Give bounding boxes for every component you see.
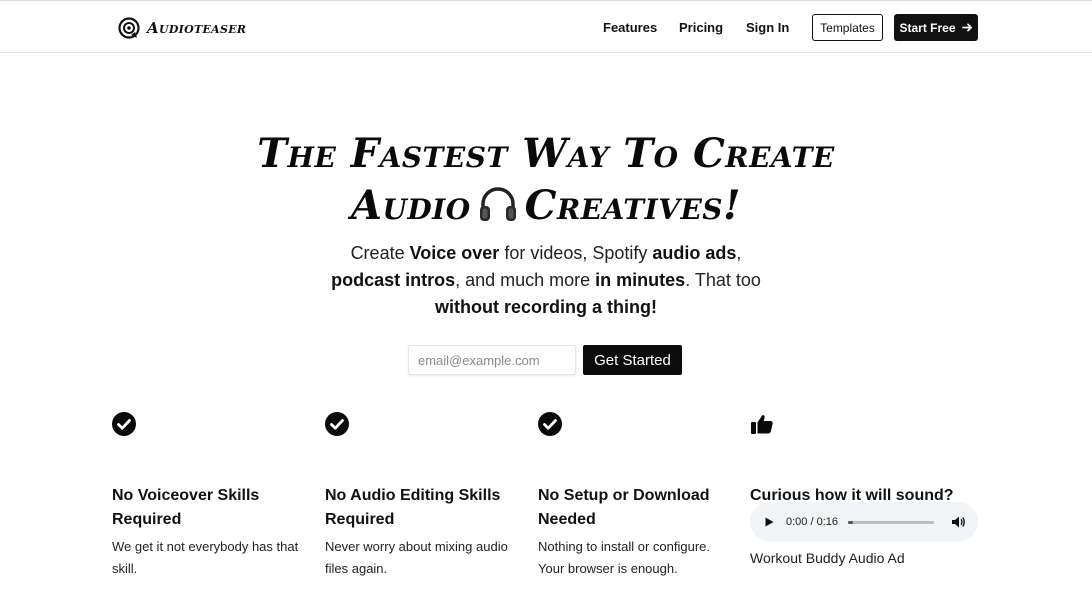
hero-title-line2b: Creatives! <box>524 182 742 229</box>
hero-title-line2a: Audio <box>350 182 471 229</box>
hero-title-line1: The Fastest Way To Create <box>257 130 835 177</box>
feature-description: We get it not everybody has that skill. <box>112 539 299 576</box>
play-icon <box>765 517 774 527</box>
check-circle-icon <box>538 412 562 436</box>
audio-player: 0:00 / 0:16 <box>750 502 978 542</box>
brand-logo[interactable]: Audioteaser <box>118 16 246 40</box>
nav-pricing-link[interactable]: Pricing <box>679 20 723 35</box>
subtitle-bold: podcast intros <box>331 270 456 290</box>
hero-subtitle: Create Voice over for videos, Spotify au… <box>316 240 776 321</box>
audio-progress-slider[interactable] <box>848 520 934 524</box>
subtitle-text: , and much more <box>455 270 596 290</box>
feature-title: No Setup or Download Needed <box>538 487 710 528</box>
feature-description: Nothing to install or configure. Your br… <box>538 539 710 576</box>
audioteaser-logo-icon <box>118 17 140 39</box>
audio-progress-fill <box>848 520 854 524</box>
subtitle-text: , <box>736 243 742 263</box>
feature-no-audio-editing: No Audio Editing Skills Required Never w… <box>325 412 525 579</box>
feature-no-voiceover: No Voiceover Skills Required We get it n… <box>112 412 312 579</box>
feature-title: No Voiceover Skills Required <box>112 487 260 528</box>
audio-caption: Workout Buddy Audio Ad <box>750 550 905 566</box>
hero-title: The Fastest Way To Create Audio Creative… <box>146 128 946 232</box>
subtitle-text: Create <box>350 243 410 263</box>
templates-button[interactable]: Templates <box>812 14 883 41</box>
subtitle-bold: without recording a thing! <box>435 297 657 317</box>
audio-time: 0:00 / 0:16 <box>786 516 838 528</box>
subtitle-text: for videos, Spotify <box>499 243 653 263</box>
nav-sign-in-link[interactable]: Sign In <box>746 20 789 35</box>
check-circle-icon <box>112 412 136 436</box>
start-free-button[interactable]: Start Free <box>894 14 978 41</box>
feature-curious-sound: Curious how it will sound? <box>750 412 990 508</box>
volume-icon[interactable] <box>950 514 966 530</box>
subtitle-bold: audio ads <box>652 243 737 263</box>
subtitle-text: . That too <box>685 270 761 290</box>
feature-description: Never worry about mixing audio files aga… <box>325 539 508 576</box>
subtitle-bold: Voice over <box>409 243 500 263</box>
thumbs-up-icon <box>751 415 773 434</box>
feature-title: No Audio Editing Skills Required <box>325 487 501 528</box>
arrow-right-icon <box>961 23 972 32</box>
navbar: Audioteaser Features Pricing Sign In Tem… <box>0 1 1092 53</box>
play-button[interactable] <box>762 515 776 529</box>
templates-button-label: Templates <box>820 20 875 35</box>
feature-no-setup: No Setup or Download Needed Nothing to i… <box>538 412 738 579</box>
nav-features-link[interactable]: Features <box>603 20 657 35</box>
headphones-icon <box>479 187 516 221</box>
start-free-button-label: Start Free <box>899 20 956 35</box>
brand-name: Audioteaser <box>147 19 247 37</box>
email-input[interactable] <box>408 345 576 375</box>
subtitle-bold: in minutes <box>595 270 686 290</box>
get-started-button[interactable]: Get Started <box>583 345 682 375</box>
check-circle-icon <box>325 412 349 436</box>
